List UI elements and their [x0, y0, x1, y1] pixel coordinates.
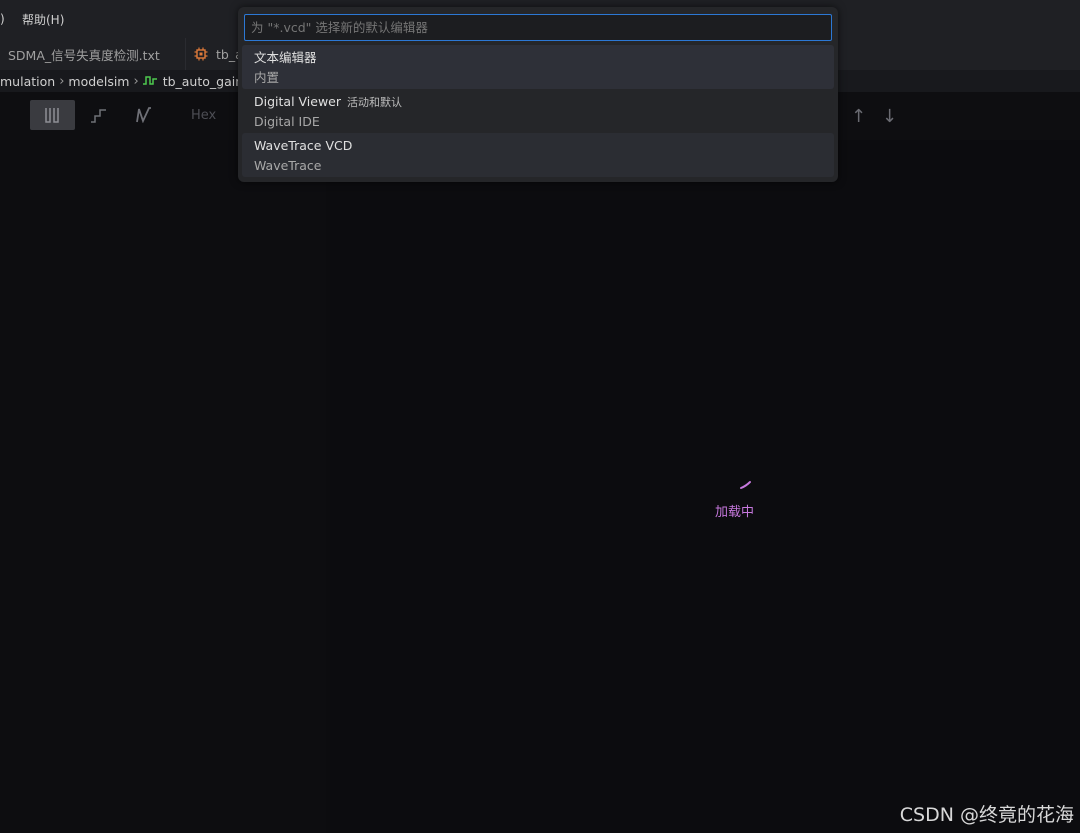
- breadcrumb-item-file[interactable]: tb_auto_gain_: [163, 74, 250, 89]
- item-detail: WaveTrace: [254, 158, 322, 173]
- quick-pick: 文本编辑器 内置 Digital Viewer 活动和默认 Digital IDE…: [238, 7, 838, 182]
- tab-label: SDMA_信号失真度检测.txt: [8, 47, 160, 63]
- quick-pick-item-text-editor[interactable]: 文本编辑器 内置: [242, 45, 834, 89]
- loading-label: 加载中: [715, 505, 755, 520]
- menu-fragment[interactable]: ): [0, 12, 10, 26]
- item-description: 活动和默认: [347, 96, 403, 109]
- quick-pick-list: 文本编辑器 内置 Digital Viewer 活动和默认 Digital IDE…: [242, 45, 834, 177]
- app-window: ) 帮助(H) SDMA_信号失真度检测.txt tb_a mulation ›…: [0, 0, 1080, 833]
- loading-spinner-icon: [740, 481, 751, 489]
- chevron-right-icon: ›: [59, 73, 65, 89]
- chip-icon: [194, 47, 208, 61]
- tab-sdma-txt[interactable]: SDMA_信号失真度检测.txt: [0, 38, 186, 70]
- item-detail: Digital IDE: [254, 114, 320, 129]
- item-label: 文本编辑器: [254, 50, 317, 65]
- menu-help[interactable]: 帮助(H): [22, 11, 64, 28]
- item-label: WaveTrace VCD: [254, 138, 353, 153]
- chevron-right-icon: ›: [133, 73, 139, 89]
- breadcrumb-item-modelsim[interactable]: modelsim: [68, 74, 129, 89]
- menu-lines-icon[interactable]: [0, 100, 17, 130]
- waveform-canvas[interactable]: [326, 140, 1080, 833]
- watermark: CSDN @终竟的花海: [899, 804, 1074, 826]
- breadcrumb-item-simulation[interactable]: mulation: [0, 74, 55, 89]
- quick-pick-input[interactable]: [244, 14, 832, 41]
- waveform-icon: [142, 75, 157, 87]
- analog-wave-icon: [135, 107, 151, 123]
- item-label: Digital Viewer: [254, 94, 342, 109]
- quick-pick-item-digital-viewer[interactable]: Digital Viewer 活动和默认 Digital IDE: [242, 89, 834, 133]
- render-analog-button[interactable]: [121, 100, 166, 130]
- digital-wave-icon: [44, 108, 59, 123]
- render-digital-button[interactable]: [30, 100, 75, 130]
- item-detail: 内置: [254, 70, 280, 85]
- render-step-button[interactable]: [76, 100, 121, 130]
- arrow-up-icon[interactable]: ↑: [851, 106, 866, 127]
- signal-sidebar: [0, 140, 326, 833]
- hex-format-button[interactable]: Hex: [191, 108, 216, 123]
- step-wave-icon: [90, 109, 106, 123]
- arrow-down-icon[interactable]: ↓: [882, 106, 897, 127]
- quick-pick-item-wavetrace[interactable]: WaveTrace VCD WaveTrace: [242, 133, 834, 177]
